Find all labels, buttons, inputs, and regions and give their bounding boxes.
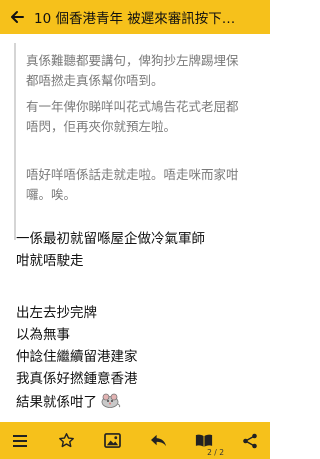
post-line-last: 結果就係咁了 [16,392,121,413]
post-line-text: 結果就係咁了 [16,394,97,411]
reply-button[interactable] [144,426,172,456]
menu-button[interactable] [6,426,34,456]
bookmark-button[interactable] [52,426,80,456]
arrow-left-icon [11,11,24,23]
share-button[interactable] [236,426,264,456]
share-icon [243,433,257,448]
reply-icon [150,434,166,447]
quote-line: 囉。唉。 [26,187,77,202]
post-line: 仲諗住繼續留港建家 [16,349,138,365]
quote-line: 唔閃，佢再夾你就預左啦。 [26,119,177,134]
top-bar: 10 個香港青年 被遲來審訊按下… [0,0,270,34]
quote-line: 有一年俾你睇咩叫花式鳩告花式老屈都 [26,99,239,114]
book-icon [195,434,213,447]
post-content: 真係難聽都要講句，俾狗抄左牌踢埋保 都唔撚走真係幫你唔到。 有一年俾你睇咩叫花式… [0,34,270,422]
post-line: 我真係好撚鍾意香港 [16,371,138,387]
post-line: 咁就唔駛走 [16,253,84,269]
quote-line: 真係難聽都要講句，俾狗抄左牌踢埋保 [26,53,239,68]
quote-line: 唔好咩唔係話走就走啦。唔走咪而家咁 [26,167,239,182]
star-icon [58,433,74,448]
bottom-toolbar: 2 / 2 [0,422,270,459]
mouse-emoji [99,392,121,413]
thread-title: 10 個香港青年 被遲來審訊按下… [34,11,236,27]
image-button[interactable] [98,426,126,456]
post-line: 以為無事 [16,327,70,343]
menu-icon [13,434,27,447]
page-button[interactable]: 2 / 2 [190,426,224,457]
post-line: 一係最初就留喺屋企做冷氣軍師 [16,231,205,247]
post-line: 出左去抄完牌 [16,305,97,321]
quoted-reply: 真係難聽都要講句，俾狗抄左牌踢埋保 都唔撚走真係幫你唔到。 有一年俾你睇咩叫花式… [14,43,262,240]
image-icon [103,433,121,448]
quote-line: 都唔撚走真係幫你唔到。 [26,73,164,88]
back-button[interactable] [0,0,34,34]
page-indicator: 2 / 2 [207,447,224,457]
